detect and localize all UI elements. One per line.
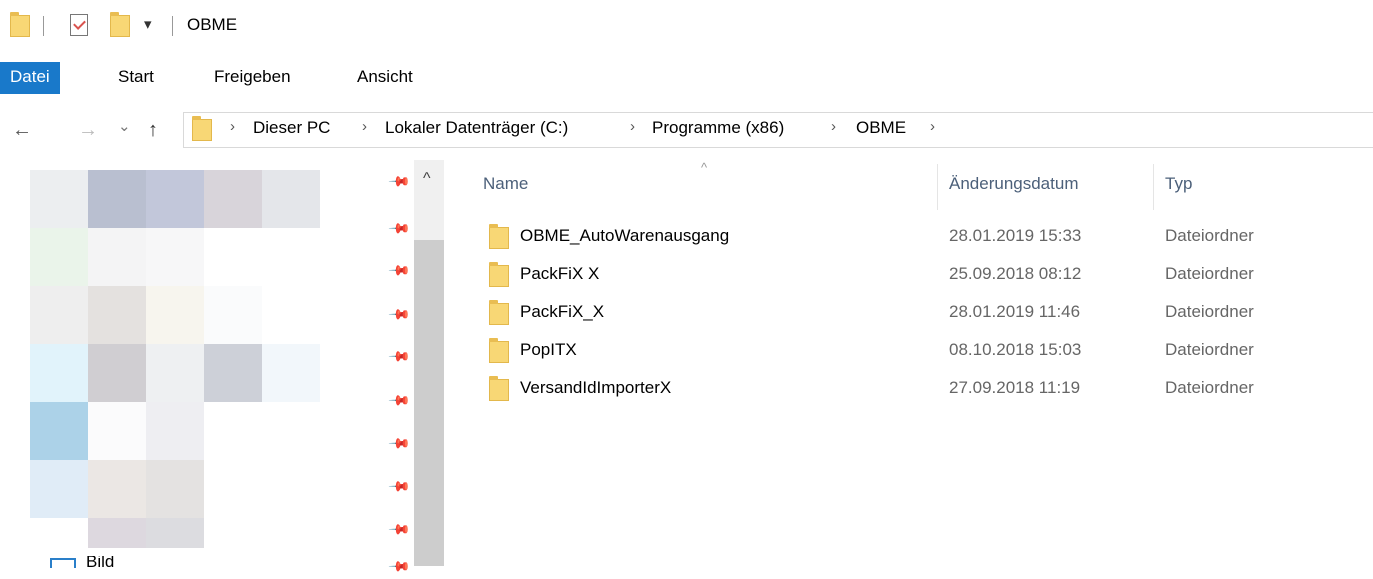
sidebar-item-bilder[interactable]: Bild bbox=[50, 556, 130, 568]
pin-icon[interactable]: 📌 bbox=[388, 474, 412, 498]
breadcrumb-obme[interactable]: OBME bbox=[856, 118, 906, 138]
file-name: PackFiX_X bbox=[520, 302, 605, 321]
blurred-item bbox=[88, 170, 146, 228]
list-item[interactable]: PackFiX_X 28.01.2019 11:46 Dateiordner bbox=[470, 294, 1370, 332]
blurred-item bbox=[88, 460, 146, 518]
column-header-name[interactable]: Name bbox=[483, 174, 528, 194]
folder-icon bbox=[489, 224, 509, 249]
blurred-item bbox=[88, 518, 146, 548]
breadcrumb-separator-icon: › bbox=[230, 118, 235, 135]
blurred-item bbox=[146, 170, 204, 228]
pin-icon[interactable]: 📌 bbox=[388, 169, 412, 193]
new-folder-icon[interactable] bbox=[110, 12, 130, 37]
breadcrumb-separator-icon: › bbox=[831, 118, 836, 135]
file-date: 25.09.2018 08:12 bbox=[949, 264, 1082, 283]
pin-icon[interactable]: 📌 bbox=[388, 258, 412, 282]
file-date: 28.01.2019 15:33 bbox=[949, 226, 1082, 245]
file-date: 08.10.2018 15:03 bbox=[949, 340, 1082, 359]
list-item[interactable]: PackFiX X 25.09.2018 08:12 Dateiordner bbox=[470, 256, 1370, 294]
breadcrumb-lokaler-datentraeger[interactable]: Lokaler Datenträger (C:) bbox=[385, 118, 568, 138]
blurred-item bbox=[30, 286, 88, 344]
blurred-item bbox=[146, 402, 204, 460]
sort-ascending-icon: ^ bbox=[701, 160, 708, 175]
pictures-icon bbox=[50, 558, 76, 568]
column-divider[interactable] bbox=[937, 164, 938, 210]
blurred-item bbox=[146, 518, 204, 548]
folder-icon bbox=[489, 376, 509, 401]
file-type: Dateiordner bbox=[1165, 264, 1254, 283]
blurred-item bbox=[146, 460, 204, 518]
blurred-item bbox=[262, 170, 320, 228]
up-arrow-icon[interactable]: ↑ bbox=[148, 119, 158, 142]
pin-icon[interactable]: 📌 bbox=[388, 554, 412, 578]
tab-start[interactable]: Start bbox=[118, 62, 154, 94]
blurred-item bbox=[204, 170, 262, 228]
recent-locations-icon[interactable]: ⌄ bbox=[118, 117, 131, 135]
forward-arrow-icon[interactable]: → bbox=[78, 119, 98, 142]
breadcrumb-separator-icon: › bbox=[630, 118, 635, 135]
blurred-item bbox=[146, 228, 204, 286]
file-name: VersandIdImporterX bbox=[520, 378, 672, 397]
pin-icon[interactable]: 📌 bbox=[388, 344, 412, 368]
navigation-pane-scrollbar[interactable]: ^ bbox=[414, 160, 444, 566]
column-header-type[interactable]: Typ bbox=[1165, 174, 1192, 194]
breadcrumb-dieser-pc[interactable]: Dieser PC bbox=[253, 118, 330, 138]
back-arrow-icon[interactable]: ← bbox=[12, 119, 32, 142]
file-type: Dateiordner bbox=[1165, 226, 1254, 245]
folder-icon bbox=[10, 12, 30, 37]
breadcrumb-separator-icon: › bbox=[930, 118, 935, 135]
divider bbox=[43, 16, 44, 36]
folder-icon bbox=[489, 338, 509, 363]
blurred-item bbox=[204, 286, 262, 344]
blurred-item bbox=[30, 170, 88, 228]
window-title: OBME bbox=[187, 15, 238, 34]
blurred-item bbox=[204, 344, 262, 402]
blurred-item bbox=[146, 344, 204, 402]
blurred-item bbox=[146, 286, 204, 344]
blurred-item bbox=[262, 344, 320, 402]
file-name: PopITX bbox=[520, 340, 577, 359]
tab-datei[interactable]: Datei bbox=[0, 62, 60, 94]
scroll-up-icon[interactable]: ^ bbox=[423, 170, 431, 188]
blurred-item bbox=[30, 344, 88, 402]
breadcrumb-programme-x86[interactable]: Programme (x86) bbox=[652, 118, 784, 138]
list-item[interactable]: VersandIdImporterX 27.09.2018 11:19 Date… bbox=[470, 370, 1370, 408]
file-type: Dateiordner bbox=[1165, 378, 1254, 397]
blurred-item bbox=[88, 228, 146, 286]
list-item[interactable]: OBME_AutoWarenausgang 28.01.2019 15:33 D… bbox=[470, 218, 1370, 256]
blurred-item bbox=[88, 344, 146, 402]
pin-icon[interactable]: 📌 bbox=[388, 302, 412, 326]
column-header-date[interactable]: Änderungsdatum bbox=[949, 174, 1078, 194]
pin-icon[interactable]: 📌 bbox=[388, 517, 412, 541]
folder-icon bbox=[192, 116, 212, 141]
folder-icon bbox=[489, 300, 509, 325]
breadcrumb-separator-icon: › bbox=[362, 118, 367, 135]
tab-ansicht[interactable]: Ansicht bbox=[357, 62, 413, 94]
list-item[interactable]: PopITX 08.10.2018 15:03 Dateiordner bbox=[470, 332, 1370, 370]
folder-icon bbox=[489, 262, 509, 287]
pin-icon[interactable]: 📌 bbox=[388, 431, 412, 455]
file-date: 27.09.2018 11:19 bbox=[949, 378, 1081, 397]
blurred-item bbox=[30, 460, 88, 518]
tab-freigeben[interactable]: Freigeben bbox=[214, 62, 291, 94]
properties-icon[interactable] bbox=[70, 14, 88, 36]
file-name: OBME_AutoWarenausgang bbox=[520, 226, 730, 245]
blurred-item bbox=[30, 228, 88, 286]
divider bbox=[172, 16, 173, 36]
file-name: PackFiX X bbox=[520, 264, 600, 283]
blurred-item bbox=[88, 286, 146, 344]
blurred-item bbox=[30, 402, 88, 460]
file-date: 28.01.2019 11:46 bbox=[949, 302, 1081, 321]
quick-access-dropdown-icon[interactable]: ▾ bbox=[144, 15, 152, 33]
column-divider[interactable] bbox=[1153, 164, 1154, 210]
scrollbar-thumb[interactable] bbox=[414, 240, 444, 566]
file-type: Dateiordner bbox=[1165, 340, 1254, 359]
file-type: Dateiordner bbox=[1165, 302, 1254, 321]
blurred-item bbox=[88, 402, 146, 460]
pin-icon[interactable]: 📌 bbox=[388, 388, 412, 412]
sidebar-item-label: Bild bbox=[86, 556, 115, 568]
pin-icon[interactable]: 📌 bbox=[388, 216, 412, 240]
